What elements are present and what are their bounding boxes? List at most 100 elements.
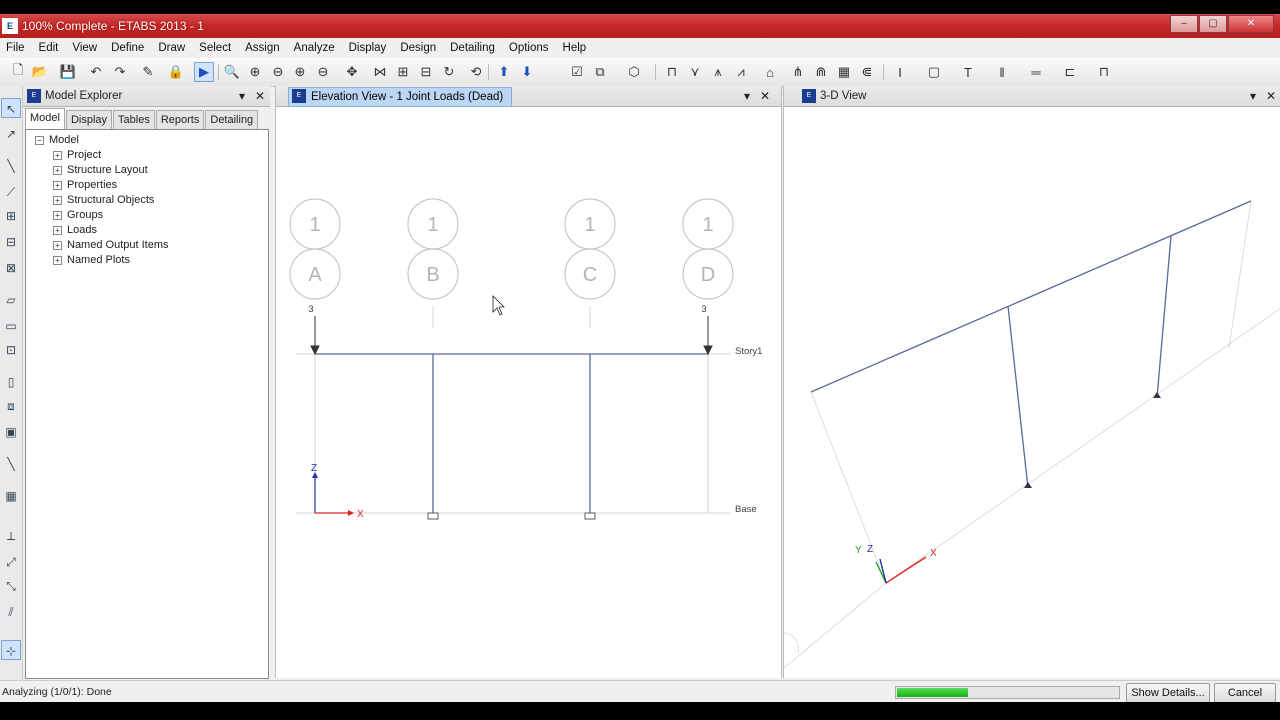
expand-icon[interactable]: + [53, 180, 62, 190]
quick-draw-floor-icon[interactable]: ⊡ [1, 340, 21, 360]
reshape-icon[interactable]: ↗ [1, 124, 21, 144]
draw-mesh-icon[interactable]: ▦ [1, 486, 21, 506]
panel-pin-icon[interactable]: ▾ [744, 89, 750, 103]
expand-icon[interactable]: + [53, 240, 62, 250]
redo-icon[interactable]: ↷ [110, 62, 130, 82]
show-details-button[interactable]: Show Details... [1126, 683, 1210, 703]
expand-icon[interactable]: + [53, 150, 62, 160]
menu-select[interactable]: Select [193, 42, 239, 54]
brace-icon[interactable]: ⋎ [685, 62, 705, 82]
tab-detailing[interactable]: Detailing [205, 110, 259, 129]
menu-options[interactable]: Options [503, 42, 557, 54]
section-channel-icon[interactable]: ⊏ [1060, 62, 1080, 82]
rotate-icon[interactable]: ↻ [439, 62, 459, 82]
lock-icon[interactable]: 🔒 [166, 62, 186, 82]
deformed-shape-icon[interactable]: ⩚ [708, 62, 728, 82]
menu-draw[interactable]: Draw [152, 42, 193, 54]
tree-item-structural-objects[interactable]: + Structural Objects [53, 194, 154, 206]
draw-rect-floor-icon[interactable]: ▭ [1, 316, 21, 336]
design-steel-icon[interactable]: ⋔ [788, 62, 808, 82]
tree-item-model[interactable]: − Model [35, 134, 79, 146]
open-icon[interactable]: 📂 [30, 62, 50, 82]
move-up-icon[interactable]: ⬆ [494, 62, 514, 82]
draw-link-icon[interactable]: ╲ [1, 454, 21, 474]
tab-reports[interactable]: Reports [155, 110, 205, 129]
expand-icon[interactable]: + [53, 210, 62, 220]
expand-icon[interactable]: + [53, 255, 62, 265]
perspective-icon[interactable]: ⟲ [466, 62, 486, 82]
draw-developed-elevation-icon[interactable]: ⫽ [1, 602, 21, 622]
forces-icon[interactable]: ⩘ [731, 62, 751, 82]
zoom-previous-icon[interactable]: ⊕ [290, 62, 310, 82]
panel-close-icon[interactable]: ✕ [1266, 89, 1276, 103]
draw-dimension-icon[interactable]: ⟂ [1, 526, 21, 546]
elevation-view-tab[interactable]: E Elevation View - 1 Joint Loads (Dead) [288, 87, 513, 107]
tree-item-project[interactable]: + Project [53, 149, 101, 161]
pencil-icon[interactable]: ✎ [138, 62, 158, 82]
tree-item-groups[interactable]: + Groups [53, 209, 103, 221]
tree-item-structure-layout[interactable]: + Structure Layout [53, 164, 148, 176]
select-pointer-icon[interactable]: ↖ [1, 98, 21, 118]
section-custom-icon[interactable]: ⊓ [1094, 62, 1114, 82]
close-button[interactable]: ✕ [1228, 15, 1274, 33]
draw-brace-icon[interactable]: ⊞ [1, 206, 21, 226]
draw-section-cut-icon[interactable]: ⤡ [1, 576, 21, 596]
draw-reference-point-icon[interactable]: ⤢ [1, 552, 21, 572]
tree-item-named-plots[interactable]: + Named Plots [53, 254, 130, 266]
panel-close-icon[interactable]: ✕ [255, 89, 265, 103]
draw-column-icon[interactable]: ⟋ [1, 182, 21, 202]
plan-view-icon[interactable]: ⊞ [393, 62, 413, 82]
expand-icon[interactable]: + [53, 165, 62, 175]
tree-item-properties[interactable]: + Properties [53, 179, 117, 191]
elevation-view-window[interactable]: E Elevation View - 1 Joint Loads (Dead) ▾… [275, 86, 782, 678]
draw-x-brace-icon[interactable]: ⊠ [1, 258, 21, 278]
etabs-app-icon[interactable]: E [2, 18, 18, 34]
minimize-button[interactable]: – [1170, 15, 1198, 33]
menu-analyze[interactable]: Analyze [288, 42, 343, 54]
maximize-button[interactable]: ▢ [1199, 15, 1227, 33]
section-box-icon[interactable]: ▢ [924, 62, 944, 82]
tree-item-named-output-items[interactable]: + Named Output Items [53, 239, 169, 251]
cancel-button[interactable]: Cancel [1214, 683, 1276, 703]
run-analysis-icon[interactable]: ▶ [194, 62, 214, 82]
zoom-window-icon[interactable]: 🔍 [222, 62, 242, 82]
tab-display[interactable]: Display [65, 110, 113, 129]
new-model-icon[interactable]: 🗋 [8, 62, 28, 82]
save-icon[interactable]: 💾 [58, 62, 78, 82]
frame-icon[interactable]: ⊓ [662, 62, 682, 82]
column[interactable] [1007, 305, 1029, 489]
menu-display[interactable]: Display [343, 42, 395, 54]
draw-wall-icon[interactable]: ▯ [1, 372, 21, 392]
design-wall-icon[interactable]: ⋐ [857, 62, 877, 82]
tree-item-loads[interactable]: + Loads [53, 224, 97, 236]
pan-icon[interactable]: ✥ [342, 62, 362, 82]
section-dims-icon[interactable]: ═ [1026, 62, 1046, 82]
undo-icon[interactable]: ↶ [86, 62, 106, 82]
object-shrink-icon[interactable]: ☑ [567, 62, 587, 82]
section-t-icon[interactable]: T [958, 62, 978, 82]
menu-assign[interactable]: Assign [239, 42, 288, 54]
panel-pin-icon[interactable]: ▾ [239, 89, 245, 103]
snap-options-icon[interactable]: ⊹ [1, 640, 21, 660]
beam[interactable] [810, 200, 1252, 393]
menu-detailing[interactable]: Detailing [444, 42, 503, 54]
column[interactable] [1156, 235, 1172, 399]
draw-opening-icon[interactable]: ▣ [1, 422, 21, 442]
tab-model[interactable]: Model [25, 108, 65, 129]
expand-icon[interactable]: + [53, 195, 62, 205]
draw-grid-icon[interactable]: ⊟ [1, 232, 21, 252]
design-composite-icon[interactable]: ▦ [834, 62, 854, 82]
story-response-icon[interactable]: ⌂ [760, 62, 780, 82]
display-options-icon[interactable]: ⬡ [624, 62, 644, 82]
draw-floor-icon[interactable]: ▱ [1, 290, 21, 310]
design-concrete-icon[interactable]: ⋒ [811, 62, 831, 82]
draw-wall-panel-icon[interactable]: ⧈ [1, 396, 21, 416]
3d-canvas[interactable]: X Y Z [784, 108, 1280, 678]
set-display-icon[interactable]: ⧉ [590, 62, 610, 82]
elevation-canvas[interactable]: 1 1 1 1 A B C D 3 3 Story1 Base Z X [276, 108, 781, 678]
draw-beam-icon[interactable]: ╲ [1, 156, 21, 176]
panel-pin-icon[interactable]: ▾ [1250, 89, 1256, 103]
menu-file[interactable]: File [0, 42, 33, 54]
tab-tables[interactable]: Tables [113, 110, 155, 129]
elevation-view-icon[interactable]: ⊟ [416, 62, 436, 82]
